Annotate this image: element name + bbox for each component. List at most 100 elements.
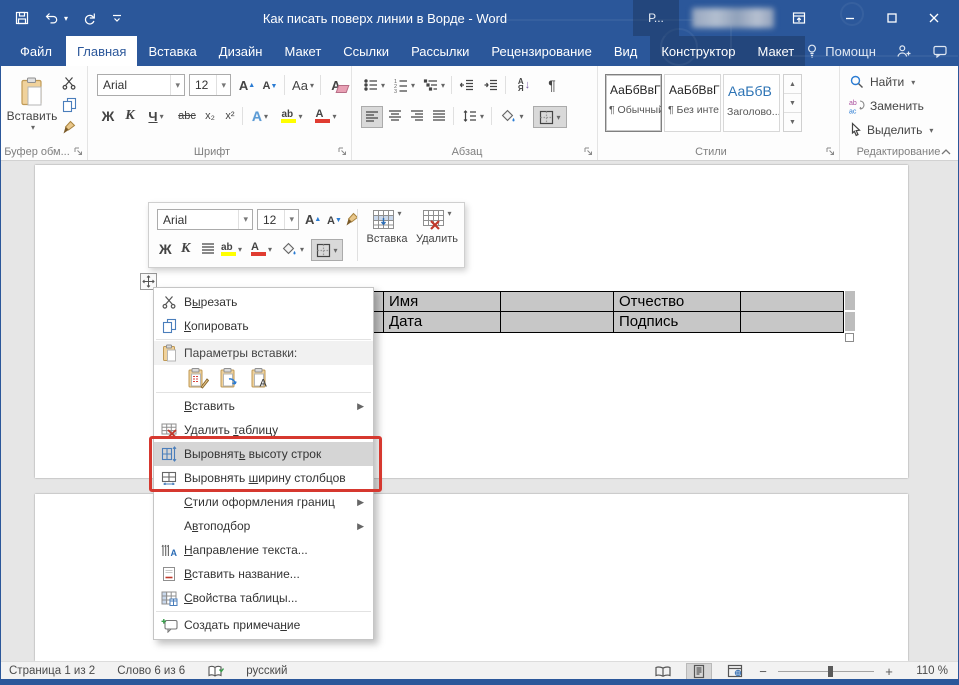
tab-ссылки[interactable]: Ссылки — [332, 36, 400, 66]
save-button[interactable] — [14, 10, 30, 26]
print-layout-button[interactable] — [686, 663, 712, 680]
mini-bold-button[interactable]: Ж — [159, 239, 172, 259]
multilevel-list-button[interactable]: ▾ — [421, 75, 447, 95]
zoom-slider-knob[interactable] — [828, 666, 833, 677]
page-indicator[interactable]: Страница 1 из 2 — [9, 665, 95, 677]
tab-файл[interactable]: Файл — [6, 36, 66, 66]
shading-button[interactable]: ▾ — [497, 106, 527, 126]
subscript-button[interactable]: x₂ — [201, 106, 219, 126]
italic-button[interactable]: К — [121, 106, 139, 126]
bold-button[interactable]: Ж — [99, 106, 117, 126]
proofing-status-icon[interactable] — [207, 664, 224, 678]
font-dialog-launcher[interactable] — [337, 146, 348, 157]
table-resize-handle[interactable] — [845, 333, 854, 342]
context-menu-item-11[interactable]: Автоподбор▶ — [154, 514, 373, 538]
font-name-combo[interactable]: Arial▾ — [97, 74, 185, 96]
mini-font-color-button[interactable]: А▾ — [251, 237, 272, 261]
tab-макет[interactable]: Макет — [746, 36, 805, 66]
style-card-2[interactable]: АаБбВвГг,¶ Без инте... — [664, 74, 721, 132]
close-button[interactable] — [913, 0, 955, 36]
paste-button[interactable]: Вставить ▾ — [9, 73, 55, 135]
paste-merge-formatting-button[interactable] — [218, 367, 240, 389]
context-menu-item-8[interactable]: Выровнять высоту строк — [154, 442, 373, 466]
bullets-button[interactable]: ▾ — [361, 75, 387, 95]
table-cell[interactable]: Подпись — [614, 312, 741, 333]
clear-formatting-button[interactable]: А — [325, 74, 347, 96]
sort-button[interactable]: АЯ↓ — [511, 74, 537, 96]
zoom-in-button[interactable]: + — [884, 664, 894, 679]
align-right-button[interactable] — [407, 106, 427, 126]
context-menu-item-1[interactable]: Копировать — [154, 314, 373, 338]
paste-keep-text-only-button[interactable]: A — [249, 367, 271, 389]
context-menu-item-7[interactable]: Удалить таблицу — [154, 418, 373, 442]
word-count[interactable]: Слово 6 из 6 — [117, 665, 185, 677]
shrink-font-button[interactable]: A▼ — [261, 76, 279, 96]
tab-вид[interactable]: Вид — [603, 36, 649, 66]
minimize-button[interactable] — [829, 0, 871, 36]
clipboard-dialog-launcher[interactable] — [73, 146, 84, 157]
line-spacing-button[interactable]: ▾ — [459, 106, 487, 126]
font-size-combo[interactable]: 12▾ — [189, 74, 231, 96]
styles-scroll-down[interactable]: ▼ — [784, 94, 801, 113]
redo-button[interactable] — [82, 11, 97, 26]
mini-delete-button[interactable]: ▾ Удалить — [413, 209, 461, 261]
highlight-color-button[interactable]: ab▾ — [277, 104, 307, 128]
align-center-button[interactable] — [385, 106, 405, 126]
table-cell[interactable]: Отчество — [614, 291, 741, 312]
tab-вставка[interactable]: Вставка — [137, 36, 207, 66]
replace-button[interactable]: abac Заменить — [849, 98, 924, 114]
tab-рассылки[interactable]: Рассылки — [400, 36, 480, 66]
mini-font-name-combo[interactable]: Arial▾ — [157, 209, 253, 230]
help-button[interactable]: Помощн — [805, 43, 876, 59]
context-menu-item-10[interactable]: Стили оформления границ▶ — [154, 490, 373, 514]
table-cell[interactable]: Дата — [384, 312, 501, 333]
read-mode-button[interactable] — [650, 663, 676, 680]
context-menu-item-14[interactable]: Свойства таблицы... — [154, 586, 373, 610]
context-menu-item-12[interactable]: AНаправление текста... — [154, 538, 373, 562]
tab-дизайн[interactable]: Дизайн — [208, 36, 274, 66]
align-left-button[interactable] — [361, 106, 383, 128]
copy-button[interactable] — [59, 96, 79, 114]
decrease-indent-button[interactable] — [457, 75, 477, 95]
grow-font-button[interactable]: A▲ — [237, 74, 257, 96]
format-painter-button[interactable] — [59, 118, 79, 136]
styles-dialog-launcher[interactable] — [825, 146, 836, 157]
find-button[interactable]: Найти▾ — [849, 74, 915, 90]
style-card-1[interactable]: АаБбВвГг,¶ Обычный — [605, 74, 662, 132]
collapse-ribbon-button[interactable] — [940, 148, 952, 156]
zoom-level[interactable]: 110 % — [904, 665, 948, 677]
tab-главная[interactable]: Главная — [66, 36, 137, 66]
mini-justify-button[interactable] — [201, 239, 216, 259]
comments-icon[interactable] — [932, 44, 948, 58]
share-contact-icon[interactable] — [896, 44, 912, 58]
mini-shrink-font-button[interactable]: A▼ — [327, 211, 342, 230]
text-effects-button[interactable]: А▾ — [247, 106, 273, 126]
customize-qat-button[interactable] — [111, 12, 123, 24]
context-menu-item-6[interactable]: Вставить▶ — [154, 394, 373, 418]
tab-конструктор[interactable]: Конструктор — [650, 36, 746, 66]
language-indicator[interactable]: русский — [246, 665, 287, 677]
increase-indent-button[interactable] — [481, 75, 501, 95]
mini-italic-button[interactable]: К — [181, 239, 191, 259]
zoom-out-button[interactable]: − — [758, 664, 768, 679]
underline-button[interactable]: Ч▾ — [143, 106, 169, 126]
zoom-slider[interactable] — [778, 665, 874, 677]
mini-insert-button[interactable]: ▾ Вставка — [363, 209, 411, 261]
change-case-button[interactable]: Aa▾ — [289, 74, 317, 96]
numbering-button[interactable]: 123▾ — [391, 75, 417, 95]
context-menu-item-0[interactable]: Вырезать — [154, 290, 373, 314]
table-cell[interactable] — [741, 291, 844, 312]
style-card-3[interactable]: АаБбВЗаголово... — [723, 74, 780, 132]
table-cell[interactable] — [501, 312, 614, 333]
select-button[interactable]: Выделить▾ — [849, 122, 933, 138]
context-menu-item-9[interactable]: Выровнять ширину столбцов — [154, 466, 373, 490]
show-paragraph-marks-button[interactable]: ¶ — [543, 74, 561, 96]
mini-highlight-button[interactable]: ab▾ — [221, 237, 242, 261]
justify-button[interactable] — [429, 106, 449, 126]
context-menu-item-16[interactable]: Создать примечание — [154, 613, 373, 637]
mini-grow-font-button[interactable]: A▲ — [305, 209, 321, 230]
paragraph-dialog-launcher[interactable] — [583, 146, 594, 157]
borders-button[interactable]: ▾ — [533, 106, 567, 128]
paste-keep-source-button[interactable] — [187, 367, 209, 389]
ribbon-display-options-button[interactable] — [791, 0, 807, 36]
